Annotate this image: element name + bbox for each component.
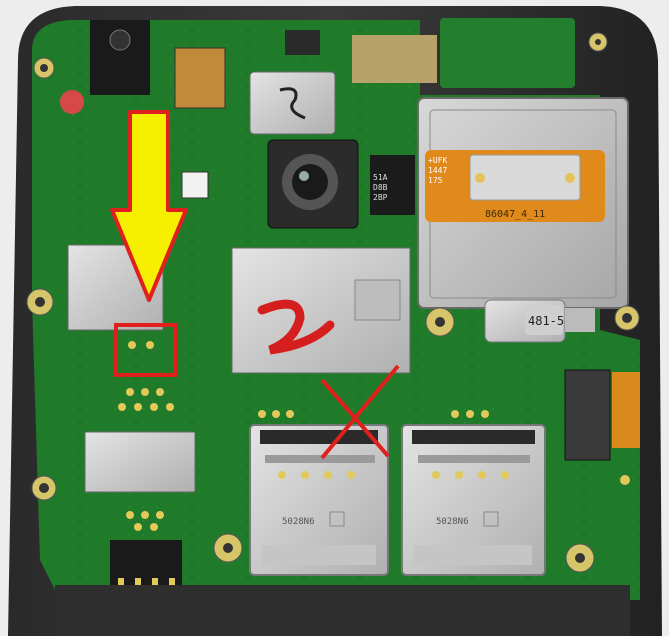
barcode-line-3: 2BP: [373, 193, 388, 202]
motor-label: 481-5: [528, 314, 564, 328]
stamp-line-2: 1447: [428, 166, 447, 175]
sim-slot-left: 5028N6: [249, 424, 389, 576]
stamp-line-1: +UFK: [428, 156, 447, 165]
barcode-line-2: D8B: [373, 183, 388, 192]
sim-slot-right: 5028N6: [401, 424, 546, 576]
sim-left-label: 5028N6: [282, 517, 315, 527]
bottom-frame: [55, 585, 630, 636]
display-connector: [564, 369, 640, 461]
sim-right-label: 5028N6: [436, 517, 469, 527]
lower-left-shield: [84, 431, 196, 493]
phone-pcb-photo: 86047_4_11 +UFK 1447 175 481-5 51A D8B 2…: [0, 0, 669, 636]
connector-label: 86047_4_11: [485, 209, 545, 220]
flex-connector: 86047_4_11 +UFK 1447 175: [425, 150, 605, 222]
barcode-line-1: 51A: [373, 173, 388, 182]
stamp-line-3: 175: [428, 176, 443, 185]
